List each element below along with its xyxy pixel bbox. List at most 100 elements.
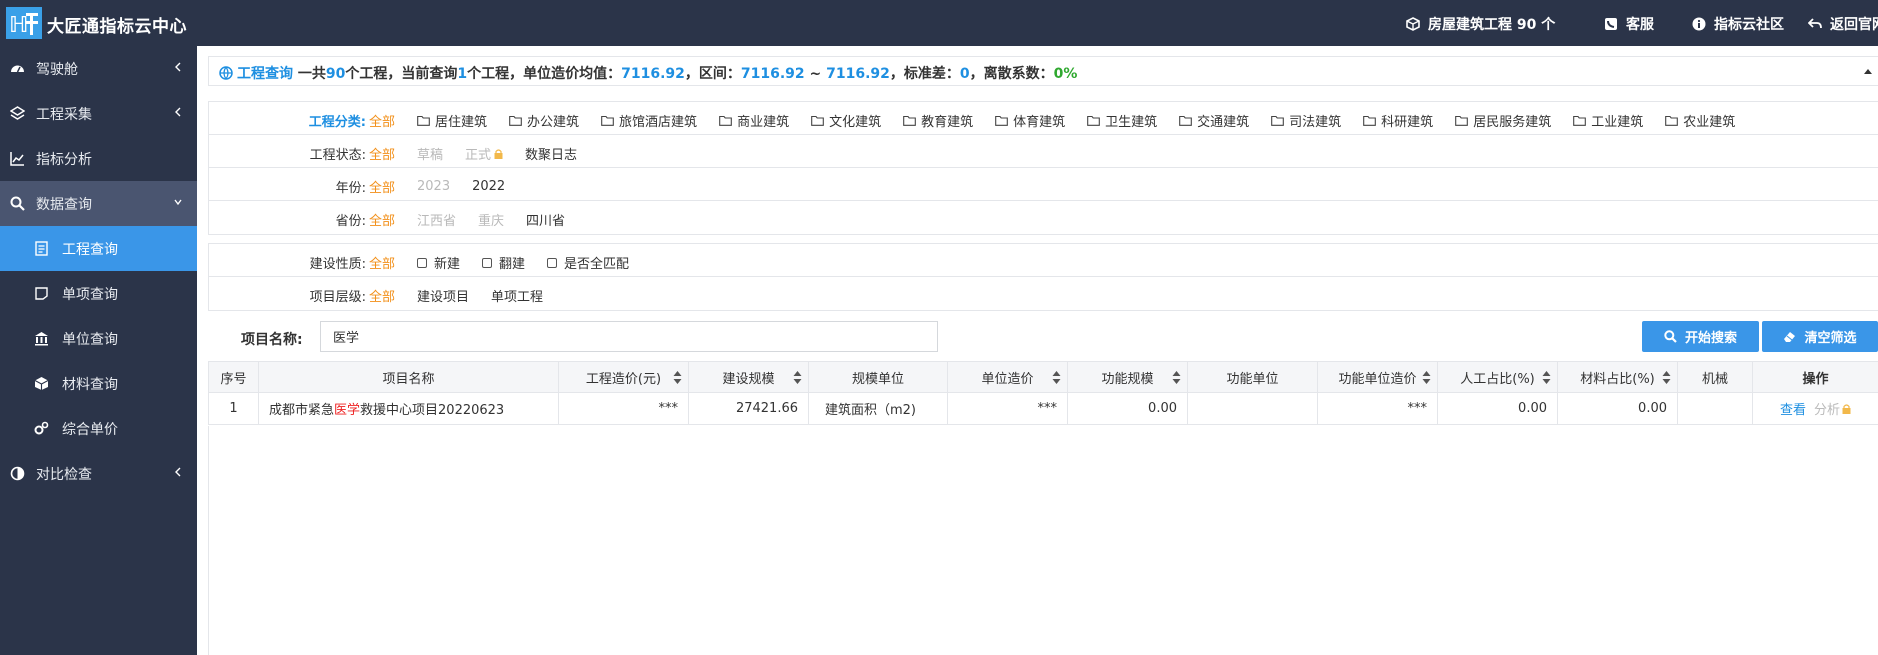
folder-icon <box>417 115 430 126</box>
collapse-caret-icon[interactable] <box>1864 69 1872 74</box>
filter-category-option[interactable]: 交通建筑 <box>1179 111 1249 130</box>
sidebar-item-data-query[interactable]: 数据查询 <box>0 181 197 226</box>
chevron-left-icon <box>175 467 181 477</box>
col-header-scale[interactable]: 建设规模 <box>688 361 809 393</box>
sidebar-item-cockpit[interactable]: 驾驶舱 <box>0 46 197 91</box>
filter-category-option[interactable]: 旅馆酒店建筑 <box>601 111 697 130</box>
header-back-official[interactable]: 返回官网 <box>1808 14 1878 34</box>
analyze-link[interactable]: 分析 <box>1814 403 1851 418</box>
checkbox-icon[interactable] <box>482 257 493 268</box>
sidebar-item-single-query[interactable]: 单项查询 <box>0 271 197 316</box>
sort-icon[interactable] <box>673 370 682 385</box>
summary-current: 1 <box>457 66 468 82</box>
filter-nature-new[interactable]: 新建 <box>417 253 460 272</box>
sidebar-item-project-query[interactable]: 工程查询 <box>0 226 197 271</box>
project-name-input[interactable] <box>320 321 938 352</box>
filter-category-all[interactable]: 全部 <box>369 111 395 130</box>
col-header-machine: 机械 <box>1677 361 1753 393</box>
filter-category-option[interactable]: 文化建筑 <box>811 111 881 130</box>
filter-nature-all[interactable]: 全部 <box>369 253 395 272</box>
sidebar-item-unit-query[interactable]: 单位查询 <box>0 316 197 361</box>
square-icon <box>35 287 48 300</box>
filter-year-all[interactable]: 全部 <box>369 177 395 196</box>
start-search-button[interactable]: 开始搜索 <box>1642 321 1759 352</box>
filter-category-option[interactable]: 工业建筑 <box>1573 111 1643 130</box>
cell-scale-unit: 建筑面积（m2) <box>808 392 948 425</box>
sort-icon[interactable] <box>1662 370 1671 385</box>
sort-icon[interactable] <box>1542 370 1551 385</box>
summary-range-max: 7116.92 <box>826 66 890 82</box>
checkbox-icon[interactable] <box>547 257 558 268</box>
chevron-down-icon <box>174 199 182 206</box>
filter-nature-full-match[interactable]: 是否全匹配 <box>547 253 629 272</box>
col-header-actions: 操作 <box>1752 361 1878 393</box>
filter-category-option[interactable]: 居住建筑 <box>417 111 487 130</box>
sidebar-item-compare-check[interactable]: 对比检查 <box>0 451 197 496</box>
cell-cost: *** <box>558 392 689 425</box>
summary-title[interactable]: 工程查询 <box>237 66 293 82</box>
lock-icon <box>1842 404 1851 414</box>
brand-title: 大匠通指标云中心 <box>47 17 187 37</box>
sort-icon[interactable] <box>793 370 802 385</box>
filter-province-jiangxi[interactable]: 江西省 <box>417 210 456 229</box>
filter-status-log[interactable]: 数聚日志 <box>525 144 577 163</box>
filter-category-option[interactable]: 农业建筑 <box>1665 111 1735 130</box>
cell-func-unit <box>1187 392 1318 425</box>
filter-level-project[interactable]: 建设项目 <box>417 286 469 305</box>
col-header-func-unit-price[interactable]: 功能单位造价 <box>1317 361 1438 393</box>
col-header-func-scale[interactable]: 功能规模 <box>1067 361 1188 393</box>
filter-status-draft[interactable]: 草稿 <box>417 144 443 163</box>
header-project-count[interactable]: 房屋建筑工程 90 个 <box>1406 14 1555 34</box>
view-link[interactable]: 查看 <box>1780 403 1806 418</box>
sidebar-item-collection[interactable]: 工程采集 <box>0 91 197 136</box>
filter-year-2023[interactable]: 2023 <box>417 179 450 194</box>
filter-status-all[interactable]: 全部 <box>369 144 395 163</box>
filter-category-option[interactable]: 教育建筑 <box>903 111 973 130</box>
col-header-scale-unit: 规模单位 <box>808 361 948 393</box>
filter-province-chongqing[interactable]: 重庆 <box>478 210 504 229</box>
table-row: 1 成都市紧急医学救援中心项目20220623 *** 27421.66 建筑面… <box>208 392 1878 425</box>
filter-category-option[interactable]: 居民服务建筑 <box>1455 111 1551 130</box>
checkbox-icon[interactable] <box>417 257 428 268</box>
filter-status-formal[interactable]: 正式 <box>465 144 503 163</box>
header-community[interactable]: 指标云社区 <box>1692 14 1784 34</box>
logo-icon[interactable]: ℍ <box>6 7 42 39</box>
folder-icon <box>995 115 1008 126</box>
sidebar-item-analysis[interactable]: 指标分析 <box>0 136 197 181</box>
filter-year-2022[interactable]: 2022 <box>472 179 505 194</box>
eraser-icon <box>1784 332 1796 342</box>
sort-icon[interactable] <box>1422 370 1431 385</box>
clear-filter-button[interactable]: 清空筛选 <box>1762 321 1878 352</box>
filter-level-all[interactable]: 全部 <box>369 286 395 305</box>
filter-category-option[interactable]: 司法建筑 <box>1271 111 1341 130</box>
filter-category-option[interactable]: 科研建筑 <box>1363 111 1433 130</box>
globe-icon <box>219 66 233 80</box>
col-header-labor[interactable]: 人工占比(%) <box>1437 361 1558 393</box>
chevron-left-icon <box>175 62 181 72</box>
filter-panel: 工程分类: 全部 居住建筑 办公建筑 旅馆酒店建筑 商业建筑 文化建筑 教育建筑 体育建筑 卫… <box>208 101 1878 235</box>
filter-category-option[interactable]: 商业建筑 <box>719 111 789 130</box>
folder-icon <box>509 115 522 126</box>
col-header-cost[interactable]: 工程造价(元) <box>558 361 689 393</box>
sort-icon[interactable] <box>1052 370 1061 385</box>
document-icon <box>35 241 48 256</box>
filter-province-sichuan[interactable]: 四川省 <box>526 210 565 229</box>
folder-icon <box>1179 115 1192 126</box>
sort-icon[interactable] <box>1172 370 1181 385</box>
filter-province-all[interactable]: 全部 <box>369 210 395 229</box>
filter-level-single[interactable]: 单项工程 <box>491 286 543 305</box>
cell-project-name[interactable]: 成都市紧急医学救援中心项目20220623 <box>258 392 559 425</box>
sidebar-item-material-query[interactable]: 材料查询 <box>0 361 197 406</box>
filter-category-option[interactable]: 卫生建筑 <box>1087 111 1157 130</box>
sidebar-item-composite-price[interactable]: 综合单价 <box>0 406 197 451</box>
cell-material: 0.00 <box>1557 392 1678 425</box>
filter-category-option[interactable]: 体育建筑 <box>995 111 1065 130</box>
col-header-material[interactable]: 材料占比(%) <box>1557 361 1678 393</box>
cell-func-scale: 0.00 <box>1067 392 1188 425</box>
filter-category-option[interactable]: 办公建筑 <box>509 111 579 130</box>
col-header-unit-price[interactable]: 单位造价 <box>947 361 1068 393</box>
filter-nature-rebuild[interactable]: 翻建 <box>482 253 525 272</box>
col-header-index: 序号 <box>208 361 259 393</box>
folder-icon <box>719 115 732 126</box>
header-customer-service[interactable]: 客服 <box>1604 14 1654 34</box>
